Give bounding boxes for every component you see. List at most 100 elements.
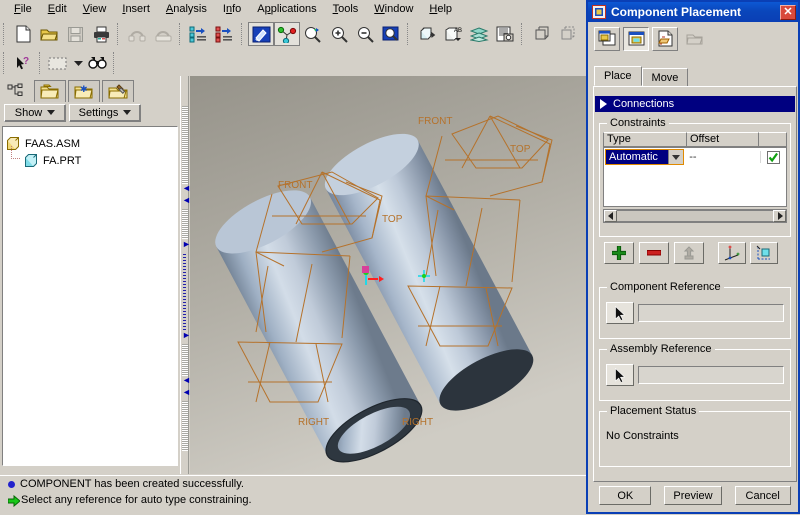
select-assembly-ref-button[interactable] [606, 364, 634, 386]
add-constraint-button[interactable] [604, 242, 634, 264]
repaint-icon[interactable] [248, 22, 274, 46]
sidebar-item-model-tree[interactable] [0, 80, 32, 102]
placement-status-group: Placement Status No Constraints [599, 405, 791, 467]
datum-label: TOP [382, 214, 403, 225]
preview-button[interactable]: Preview [663, 486, 722, 505]
sidebar-item-favorites[interactable]: ✱ [68, 80, 100, 102]
scroll-track[interactable] [617, 210, 773, 222]
menu-item-info[interactable]: Info [215, 2, 249, 16]
menu-item-view[interactable]: View [75, 2, 115, 16]
datum-label: FRONT [278, 180, 312, 191]
tab-move-label: Move [651, 71, 679, 84]
datum-display-icon[interactable] [274, 22, 300, 46]
receive-mail-icon[interactable] [150, 22, 176, 46]
assembly-reference-field[interactable] [638, 366, 784, 384]
tree-item-part[interactable]: FA.PRT [3, 146, 177, 169]
print-icon[interactable] [88, 22, 114, 46]
sidebar-item-connections[interactable] [102, 80, 134, 102]
constraints-list[interactable]: Automatic -- [603, 147, 787, 207]
hidden-line-icon[interactable] [554, 22, 580, 46]
constraints-group: Constraints Type Offset Automatic -- [599, 117, 791, 237]
menu-item-tools[interactable]: Tools [325, 2, 367, 16]
close-icon[interactable]: ✕ [780, 4, 796, 20]
connections-header[interactable]: Connections [595, 96, 795, 112]
cancel-button[interactable]: Cancel [734, 486, 791, 505]
new-file-icon[interactable] [10, 22, 36, 46]
remove-constraint-button[interactable] [639, 242, 669, 264]
menu-item-analysis[interactable]: Analysis [158, 2, 215, 16]
zoom-in-icon[interactable] [326, 22, 352, 46]
scroll-left-button[interactable] [604, 210, 617, 222]
splitter-grip[interactable] [182, 344, 188, 376]
sidebar-item-folder-browser[interactable] [34, 80, 66, 102]
splitter-grip[interactable] [182, 106, 188, 184]
model-tree[interactable]: FAAS.ASM FA.PRT [2, 126, 178, 466]
menu-item-insert[interactable]: Insert [114, 2, 158, 16]
sidebar-splitter[interactable]: ◄ ◄ ► ► ◄ ◄ [180, 76, 191, 474]
wireframe-icon[interactable] [528, 22, 554, 46]
zoom-out-icon[interactable] [352, 22, 378, 46]
message-text: Select any reference for auto type const… [21, 494, 252, 506]
menu-item-applications[interactable]: Applications [249, 2, 324, 16]
splitter-grip[interactable] [182, 401, 188, 451]
regenerate-icon[interactable] [186, 22, 212, 46]
saved-view-icon[interactable] [414, 22, 440, 46]
refit-icon[interactable] [378, 22, 404, 46]
3d-model-scene[interactable]: FRONT TOP FRONT TOP RIGHT RIGHT [190, 76, 586, 474]
splitter-collapse-left-icon[interactable]: ◄ [182, 196, 191, 205]
model-player-icon[interactable] [492, 22, 518, 46]
scroll-right-button[interactable] [773, 210, 786, 222]
splitter-collapse-left-icon[interactable]: ◄ [182, 376, 191, 385]
select-dropdown-icon[interactable] [72, 51, 84, 75]
menu-item-help[interactable]: Help [421, 2, 460, 16]
settings-dropdown-button[interactable]: Settings [69, 104, 141, 122]
constraint-enabled-checkbox[interactable] [761, 150, 786, 164]
splitter-collapse-left-icon[interactable]: ◄ [182, 184, 191, 193]
part-icon [25, 154, 38, 167]
tab-move[interactable]: Move [641, 68, 689, 86]
splitter-expand-right-icon[interactable]: ► [182, 331, 191, 340]
svg-text:✱: ✱ [80, 84, 88, 94]
context-help-icon[interactable]: ? [10, 51, 36, 75]
menu-item-edit[interactable]: Edit [40, 2, 75, 16]
open-placement-icon[interactable] [652, 26, 678, 51]
find-icon[interactable] [84, 51, 110, 75]
component-reference-field[interactable] [638, 304, 784, 322]
column-header-type[interactable]: Type [603, 132, 687, 147]
toolbar-separator [241, 23, 245, 45]
splitter-collapse-left-icon[interactable]: ◄ [182, 388, 191, 397]
constraint-offset-value[interactable]: -- [685, 151, 761, 163]
placement-assembly-icon[interactable] [623, 26, 649, 51]
send-mail-icon[interactable] [124, 22, 150, 46]
dialog-title: Component Placement [611, 5, 742, 19]
chevron-down-icon[interactable] [668, 150, 684, 164]
placement-window-icon[interactable] [594, 26, 620, 51]
splitter-grip[interactable] [182, 209, 188, 239]
spin-center-icon[interactable] [300, 22, 326, 46]
dialog-buttons: OK Preview Cancel [593, 486, 797, 505]
graphics-viewport[interactable]: FRONT TOP FRONT TOP RIGHT RIGHT [190, 76, 586, 474]
regenerate-manual-icon[interactable] [212, 22, 238, 46]
ok-button[interactable]: OK [599, 486, 652, 505]
save-icon[interactable] [62, 22, 88, 46]
constraint-type-dropdown[interactable]: Automatic [605, 149, 685, 165]
column-header-offset[interactable]: Offset [687, 132, 759, 147]
tab-place[interactable]: Place [594, 66, 642, 86]
menu-item-file[interactable]: File [6, 2, 40, 16]
column-header-enabled[interactable] [759, 132, 787, 147]
select-component-ref-button[interactable] [606, 302, 634, 324]
layers-icon[interactable] [466, 22, 492, 46]
show-dropdown-button[interactable]: Show [4, 104, 66, 122]
splitter-expand-right-icon[interactable]: ► [182, 240, 191, 249]
dialog-titlebar[interactable]: Component Placement ✕ [588, 2, 798, 22]
table-row[interactable]: Automatic -- [604, 148, 786, 166]
constraint-type-value: Automatic [606, 150, 669, 164]
place-csys-button[interactable] [750, 242, 778, 264]
annotation-icon[interactable]: AB [440, 22, 466, 46]
constraints-hscrollbar[interactable] [603, 209, 787, 223]
menu-item-window[interactable]: Window [366, 2, 421, 16]
coord-system-button[interactable] [718, 242, 746, 264]
select-box-icon[interactable] [46, 51, 72, 75]
tree-item-assembly[interactable]: FAAS.ASM [3, 135, 177, 152]
open-folder-icon[interactable] [36, 22, 62, 46]
